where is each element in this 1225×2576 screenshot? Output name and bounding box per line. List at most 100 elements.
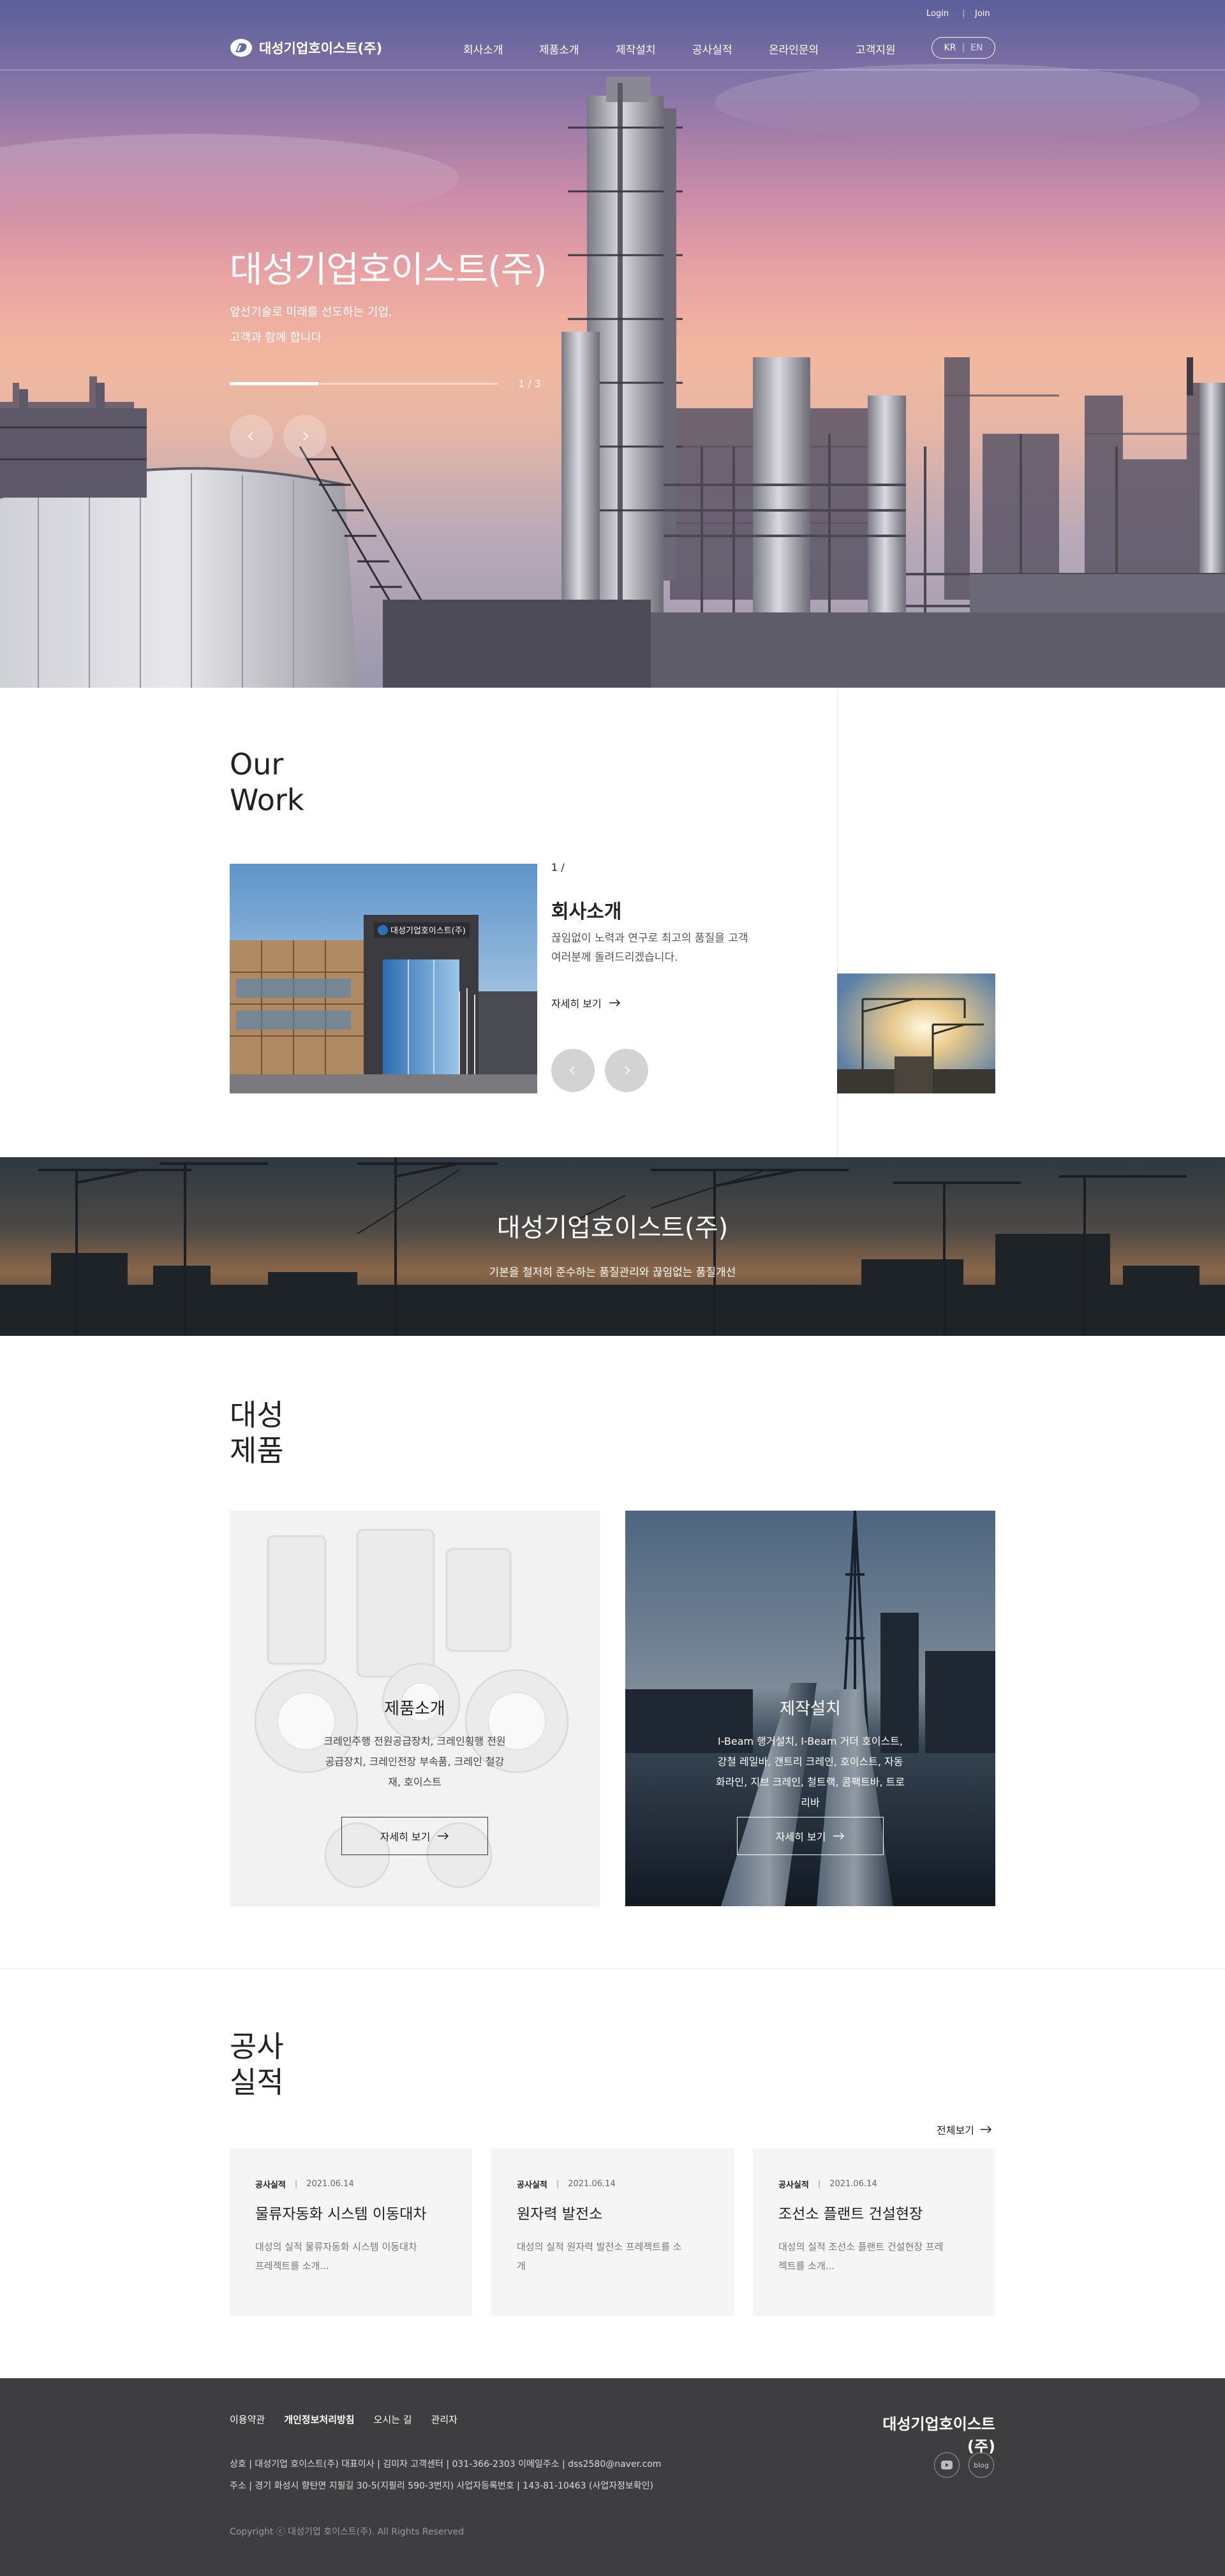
our-work-desc-line1: 끊임없이 노력과 연구로 최고의 품질을 고객	[551, 932, 748, 945]
header-bar	[0, 0, 1225, 70]
performance-date: 2021.06.14	[568, 2179, 616, 2189]
performance-card[interactable]: 공사실적 | 2021.06.14 조선소 플랜트 건설현장 대성의 실적 조선…	[753, 2149, 995, 2316]
performance-card[interactable]: 공사실적 | 2021.06.14 원자력 발전소 대성의 실적 원자력 발전소…	[491, 2149, 734, 2316]
construction-thumbnail[interactable]	[837, 973, 995, 1093]
product-card-more-label: 자세히 보기	[380, 1831, 431, 1843]
our-work-page-current: 1 /	[551, 861, 565, 873]
meta-divider: |	[556, 2179, 560, 2189]
performance-meta: 공사실적 | 2021.06.14	[517, 2178, 708, 2190]
performance-card[interactable]: 공사실적 | 2021.06.14 물류자동화 시스템 이동대차 대성의 실적 …	[230, 2149, 472, 2316]
nav-company[interactable]: 회사소개	[463, 41, 503, 57]
product-card-products[interactable]: 제품소개 크레인주행 전원공급장치, 크레인횡행 전원공급장치, 크레인전장 부…	[230, 1511, 600, 1906]
performance-card-desc: 대성의 실적 물류자동화 시스템 이동대차 프레젝트를 소개...	[255, 2241, 417, 2272]
our-work-more-label: 자세히 보기	[551, 998, 602, 1010]
product-card-description: 크레인주행 전원공급장치, 크레인횡행 전원공급장치, 크레인전장 부속품, 크…	[323, 1735, 506, 1788]
nav-inquiry[interactable]: 온라인문의	[769, 41, 819, 57]
meta-divider: |	[294, 2179, 298, 2189]
logo-text: 대성기업호이스트(주)	[259, 41, 383, 56]
product-card-title: 제작설치	[780, 1699, 841, 1719]
logo-mark-icon	[230, 39, 252, 57]
building-illustration: 대성기업호이스트(주)	[230, 864, 537, 1093]
performance-category: 공사실적	[778, 2180, 809, 2190]
our-work-title-line2: Work	[230, 783, 304, 817]
product-card-description: I-Beam 행거설치, I-Beam 거더 호이스트, 강철 레일바, 갠트리…	[715, 1735, 905, 1809]
login-link[interactable]: Login	[926, 9, 949, 19]
site-footer	[0, 2378, 1225, 2576]
banner-title: 대성기업호이스트(주)	[496, 1213, 729, 1243]
footer-logo: 대성기업호이스트(주)	[882, 2415, 995, 2455]
our-work-page-indicator: 1 /	[551, 861, 565, 873]
footer-link-directions[interactable]: 오시는 길	[374, 2413, 412, 2426]
refinery-illustration	[0, 64, 1225, 688]
products-title-line1: 대성	[230, 1398, 284, 1432]
performance-title: 공사 실적	[230, 2029, 284, 2100]
lang-divider: |	[961, 43, 965, 53]
our-work-desc-line2: 여러분께 돌려드리겠습니다.	[551, 951, 678, 964]
blog-button[interactable]: blog	[969, 2452, 994, 2478]
nav-manufacture[interactable]: 제작설치	[616, 41, 656, 57]
arrow-right-icon	[833, 1832, 845, 1840]
performance-date: 2021.06.14	[306, 2179, 354, 2189]
hero-subtitle-line1: 앞선기술로 미래를 선도하는 기업,	[230, 306, 392, 319]
product-card-manufacture[interactable]: 제작설치 I-Beam 행거설치, I-Beam 거더 호이스트, 강철 레일바…	[625, 1511, 995, 1906]
footer-link-terms[interactable]: 이용약관	[230, 2413, 265, 2426]
our-work-description: 끊임없이 노력과 연구로 최고의 품질을 고객 여러분께 돌려드리겠습니다.	[551, 929, 794, 967]
performance-title-line2: 실적	[230, 2065, 284, 2099]
performance-view-all-link[interactable]: 전체보기	[937, 2122, 992, 2137]
hero-next-button[interactable]	[283, 415, 327, 458]
performance-meta: 공사실적 | 2021.06.14	[778, 2178, 970, 2190]
footer-copyright: Copyright ⓒ 대성기업 호이스트(주). All Rights Res…	[230, 2527, 464, 2537]
chevron-right-icon	[625, 1066, 630, 1075]
our-work-prev-button[interactable]	[551, 1049, 595, 1092]
performance-card-desc: 대성의 실적 조선소 플랜트 건설현장 프레젝트를 소개...	[778, 2241, 944, 2272]
hero-subtitle: 앞선기술로 미래를 선도하는 기업, 고객과 함께 합니다	[230, 300, 612, 351]
nav-support[interactable]: 고객지원	[856, 41, 896, 57]
arrow-right-icon	[609, 999, 620, 1007]
lang-kr[interactable]: KR	[944, 43, 956, 53]
performance-card-title: 원자력 발전소	[517, 2206, 603, 2223]
chevron-left-icon	[569, 1066, 575, 1075]
site-logo[interactable]: 대성기업호이스트(주)	[230, 38, 382, 57]
hero-subtitle-line2: 고객과 함께 합니다	[230, 331, 322, 344]
blog-icon: blog	[974, 2461, 989, 2469]
banner-subtitle: 기본을 철저히 준수하는 품질관리와 끊임없는 품질개선	[489, 1266, 736, 1279]
our-work-title: Our Work	[230, 746, 304, 818]
performance-category: 공사실적	[517, 2180, 547, 2190]
our-work-more-link[interactable]: 자세히 보기	[551, 995, 621, 1010]
nav-products[interactable]: 제품소개	[539, 41, 579, 57]
construction-skyline-illustration	[0, 1157, 1225, 1336]
arrow-right-icon	[438, 1832, 449, 1840]
footer-links: 이용약관 개인정보처리방침 오시는 길 관리자	[230, 2413, 457, 2426]
meta-divider: |	[817, 2179, 821, 2189]
chevron-left-icon	[248, 432, 253, 441]
performance-category: 공사실적	[255, 2180, 286, 2190]
hero-prev-button[interactable]	[230, 415, 273, 458]
footer-link-admin[interactable]: 관리자	[431, 2413, 457, 2426]
nav-projects[interactable]: 공사실적	[692, 41, 732, 57]
product-card-more-button[interactable]: 자세히 보기	[737, 1817, 884, 1855]
our-work-next-button[interactable]	[605, 1049, 648, 1092]
lang-en[interactable]: EN	[970, 43, 983, 53]
performance-title-line1: 공사	[230, 2029, 284, 2064]
language-switch: KR | EN	[932, 37, 995, 59]
arrow-right-icon	[980, 2126, 991, 2133]
hero-progress-track	[230, 382, 498, 385]
hero-progress-fill	[230, 382, 318, 385]
view-all-label: 전체보기	[937, 2124, 974, 2136]
footer-link-privacy[interactable]: 개인정보처리방침	[284, 2413, 354, 2426]
youtube-button[interactable]	[934, 2452, 960, 2478]
company-banner	[0, 1157, 1225, 1336]
hero-section	[0, 0, 1225, 688]
util-divider: |	[962, 9, 965, 19]
footer-company-info: 상호 | 대성기업 호이스트(주) 대표이사 | 김미자 고객센터 | 031-…	[230, 2459, 662, 2469]
performance-date: 2021.06.14	[829, 2179, 877, 2189]
building-sign-text: 대성기업호이스트(주)	[390, 926, 466, 936]
products-title: 대성 제품	[230, 1397, 284, 1469]
company-building-image: 대성기업호이스트(주)	[230, 864, 537, 1093]
our-work-heading: 회사소개	[551, 901, 622, 923]
join-link[interactable]: Join	[975, 9, 990, 19]
product-card-more-label: 자세히 보기	[775, 1831, 826, 1843]
products-title-line2: 제품	[230, 1433, 284, 1468]
footer-address-info: 주소 | 경기 화성시 향탄면 지필길 30-5(지필리 590-3번지) 사업…	[230, 2481, 654, 2491]
product-card-more-button[interactable]: 자세히 보기	[341, 1817, 488, 1855]
